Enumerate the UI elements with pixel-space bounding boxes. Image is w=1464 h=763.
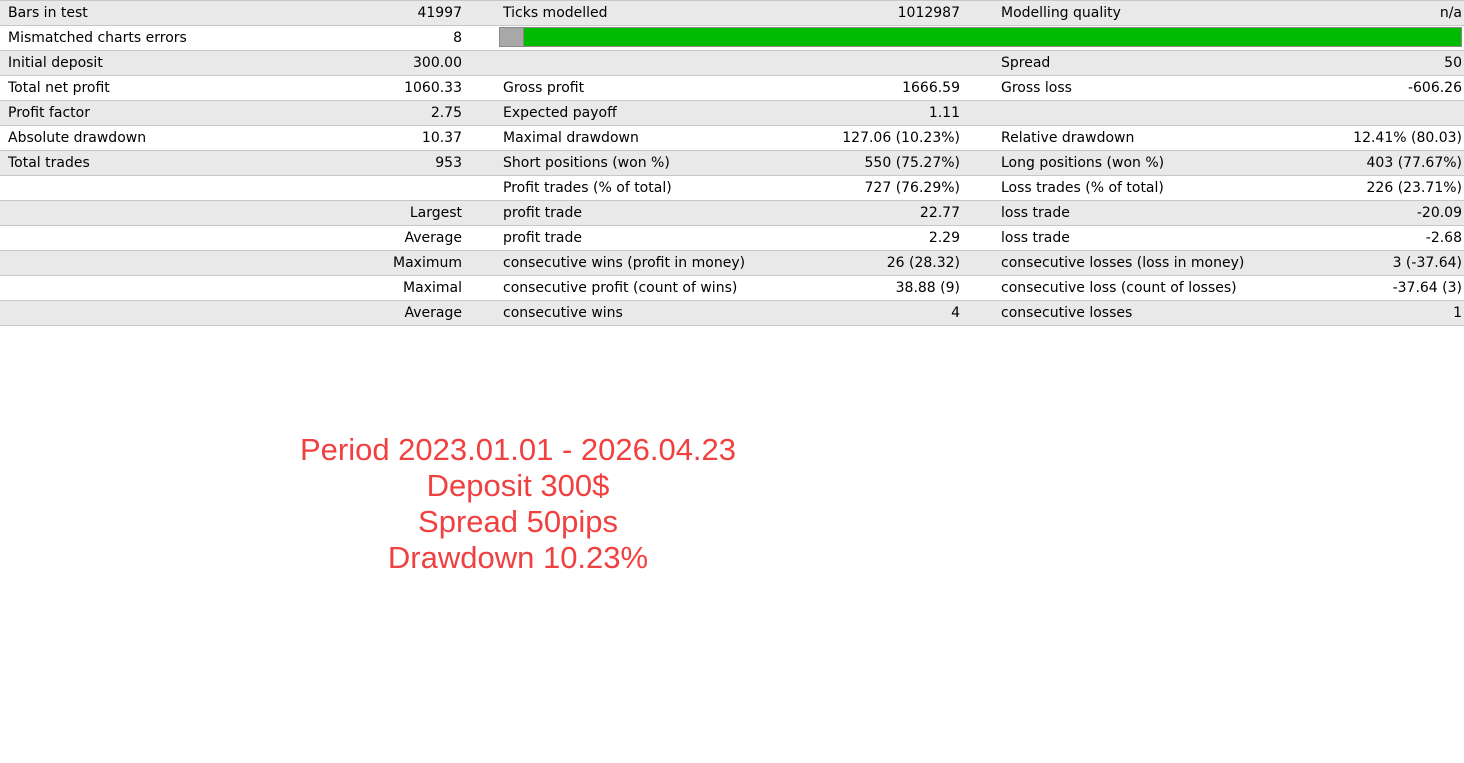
label-absolute-drawdown: Absolute drawdown: [8, 130, 147, 146]
report-row-average-consecutive: Average consecutive wins 4 consecutive l…: [0, 301, 1464, 326]
value-maximal-drawdown: 127.06 (10.23%): [842, 130, 960, 146]
value-maximal-consecutive-loss: -37.64 (3): [1392, 280, 1462, 296]
value-max-consecutive-wins: 26 (28.32): [886, 255, 960, 271]
quality-bar-unmodelled-segment: [500, 28, 525, 46]
value-gross-loss: -606.26: [1407, 80, 1462, 96]
label-gross-profit: Gross profit: [503, 80, 585, 96]
label-ticks-modelled: Ticks modelled: [503, 5, 608, 21]
value-average-consecutive-losses: 1: [1453, 305, 1462, 321]
label-maximal-drawdown: Maximal drawdown: [503, 130, 639, 146]
report-row-profit-trades: Profit trades (% of total) 727 (76.29%) …: [0, 176, 1464, 201]
label-maximal: Maximal: [403, 280, 462, 296]
label-long-positions: Long positions (won %): [1001, 155, 1165, 171]
label-maximal-consecutive-profit: consecutive profit (count of wins): [503, 280, 738, 296]
value-maximal-consecutive-profit: 38.88 (9): [895, 280, 960, 296]
annotation-period: Period 2023.01.01 - 2026.04.23: [299, 432, 737, 467]
label-loss-trades: Loss trades (% of total): [1001, 180, 1164, 196]
label-total-net-profit: Total net profit: [8, 80, 110, 96]
label-mismatched-charts-errors: Mismatched charts errors: [8, 30, 187, 46]
value-profit-factor: 2.75: [430, 105, 462, 121]
label-spread: Spread: [1001, 55, 1051, 71]
label-average-consecutive-losses: consecutive losses: [1001, 305, 1133, 321]
label-average-consecutive-wins: consecutive wins: [503, 305, 623, 321]
annotation-spread: Spread 50pips: [418, 504, 618, 539]
value-bars-in-test: 41997: [417, 5, 462, 21]
label-maximum: Maximum: [393, 255, 462, 271]
label-average: Average: [404, 230, 463, 246]
label-profit-factor: Profit factor: [8, 105, 90, 121]
label-bars-in-test: Bars in test: [8, 5, 88, 21]
strategy-tester-report: Bars in test 41997 Ticks modelled 101298…: [0, 0, 1464, 326]
label-initial-deposit: Initial deposit: [8, 55, 103, 71]
label-relative-drawdown: Relative drawdown: [1001, 130, 1135, 146]
value-absolute-drawdown: 10.37: [421, 130, 462, 146]
report-row-bars: Bars in test 41997 Ticks modelled 101298…: [0, 0, 1464, 26]
label-gross-loss: Gross loss: [1001, 80, 1072, 96]
label-maximal-consecutive-loss: consecutive loss (count of losses): [1001, 280, 1237, 296]
label-max-consecutive-wins: consecutive wins (profit in money): [503, 255, 746, 271]
label-expected-payoff: Expected payoff: [503, 105, 617, 121]
value-mismatched-charts-errors: 8: [453, 30, 462, 46]
value-average-profit-trade: 2.29: [928, 230, 960, 246]
label-average-profit-trade: profit trade: [503, 230, 582, 246]
value-gross-profit: 1666.59: [902, 80, 960, 96]
value-profit-trades: 727 (76.29%): [864, 180, 960, 196]
value-relative-drawdown: 12.41% (80.03): [1353, 130, 1462, 146]
modelling-quality-bar: [499, 27, 1462, 47]
label-average-loss-trade: loss trade: [1001, 230, 1070, 246]
annotation-drawdown: Drawdown 10.23%: [387, 540, 649, 575]
value-largest-profit-trade: 22.77: [919, 205, 960, 221]
value-ticks-modelled: 1012987: [897, 5, 960, 21]
value-largest-loss-trade: -20.09: [1416, 205, 1462, 221]
value-long-positions: 403 (77.67%): [1366, 155, 1462, 171]
label-largest-loss-trade: loss trade: [1001, 205, 1070, 221]
label-profit-trades: Profit trades (% of total): [503, 180, 672, 196]
value-max-consecutive-losses: 3 (-37.64): [1392, 255, 1462, 271]
annotation-text-block: Period 2023.01.01 - 2026.04.23 Deposit 3…: [240, 432, 796, 576]
value-modelling-quality: n/a: [1439, 5, 1462, 21]
report-row-largest: Largest profit trade 22.77 loss trade -2…: [0, 201, 1464, 226]
report-row-mismatched: Mismatched charts errors 8: [0, 26, 1464, 51]
report-row-total-trades: Total trades 953 Short positions (won %)…: [0, 151, 1464, 176]
report-row-drawdown: Absolute drawdown 10.37 Maximal drawdown…: [0, 126, 1464, 151]
report-row-average: Average profit trade 2.29 loss trade -2.…: [0, 226, 1464, 251]
label-total-trades: Total trades: [8, 155, 90, 171]
label-max-consecutive-losses: consecutive losses (loss in money): [1001, 255, 1245, 271]
value-loss-trades: 226 (23.71%): [1366, 180, 1462, 196]
label-short-positions: Short positions (won %): [503, 155, 670, 171]
value-total-trades: 953: [435, 155, 462, 171]
report-row-net-profit: Total net profit 1060.33 Gross profit 16…: [0, 76, 1464, 101]
value-average-loss-trade: -2.68: [1425, 230, 1462, 246]
label-modelling-quality: Modelling quality: [1001, 5, 1121, 21]
report-row-maximum: Maximum consecutive wins (profit in mone…: [0, 251, 1464, 276]
report-row-profit-factor: Profit factor 2.75 Expected payoff 1.11: [0, 101, 1464, 126]
label-largest-profit-trade: profit trade: [503, 205, 582, 221]
report-row-deposit: Initial deposit 300.00 Spread 50: [0, 51, 1464, 76]
value-initial-deposit: 300.00: [413, 55, 462, 71]
value-short-positions: 550 (75.27%): [864, 155, 960, 171]
value-expected-payoff: 1.11: [928, 105, 960, 121]
value-spread: 50: [1444, 55, 1462, 71]
report-row-maximal: Maximal consecutive profit (count of win…: [0, 276, 1464, 301]
label-average-consecutive: Average: [404, 305, 463, 321]
value-total-net-profit: 1060.33: [404, 80, 462, 96]
annotation-deposit: Deposit 300$: [426, 468, 610, 503]
value-average-consecutive-wins: 4: [951, 305, 960, 321]
label-largest: Largest: [409, 205, 462, 221]
